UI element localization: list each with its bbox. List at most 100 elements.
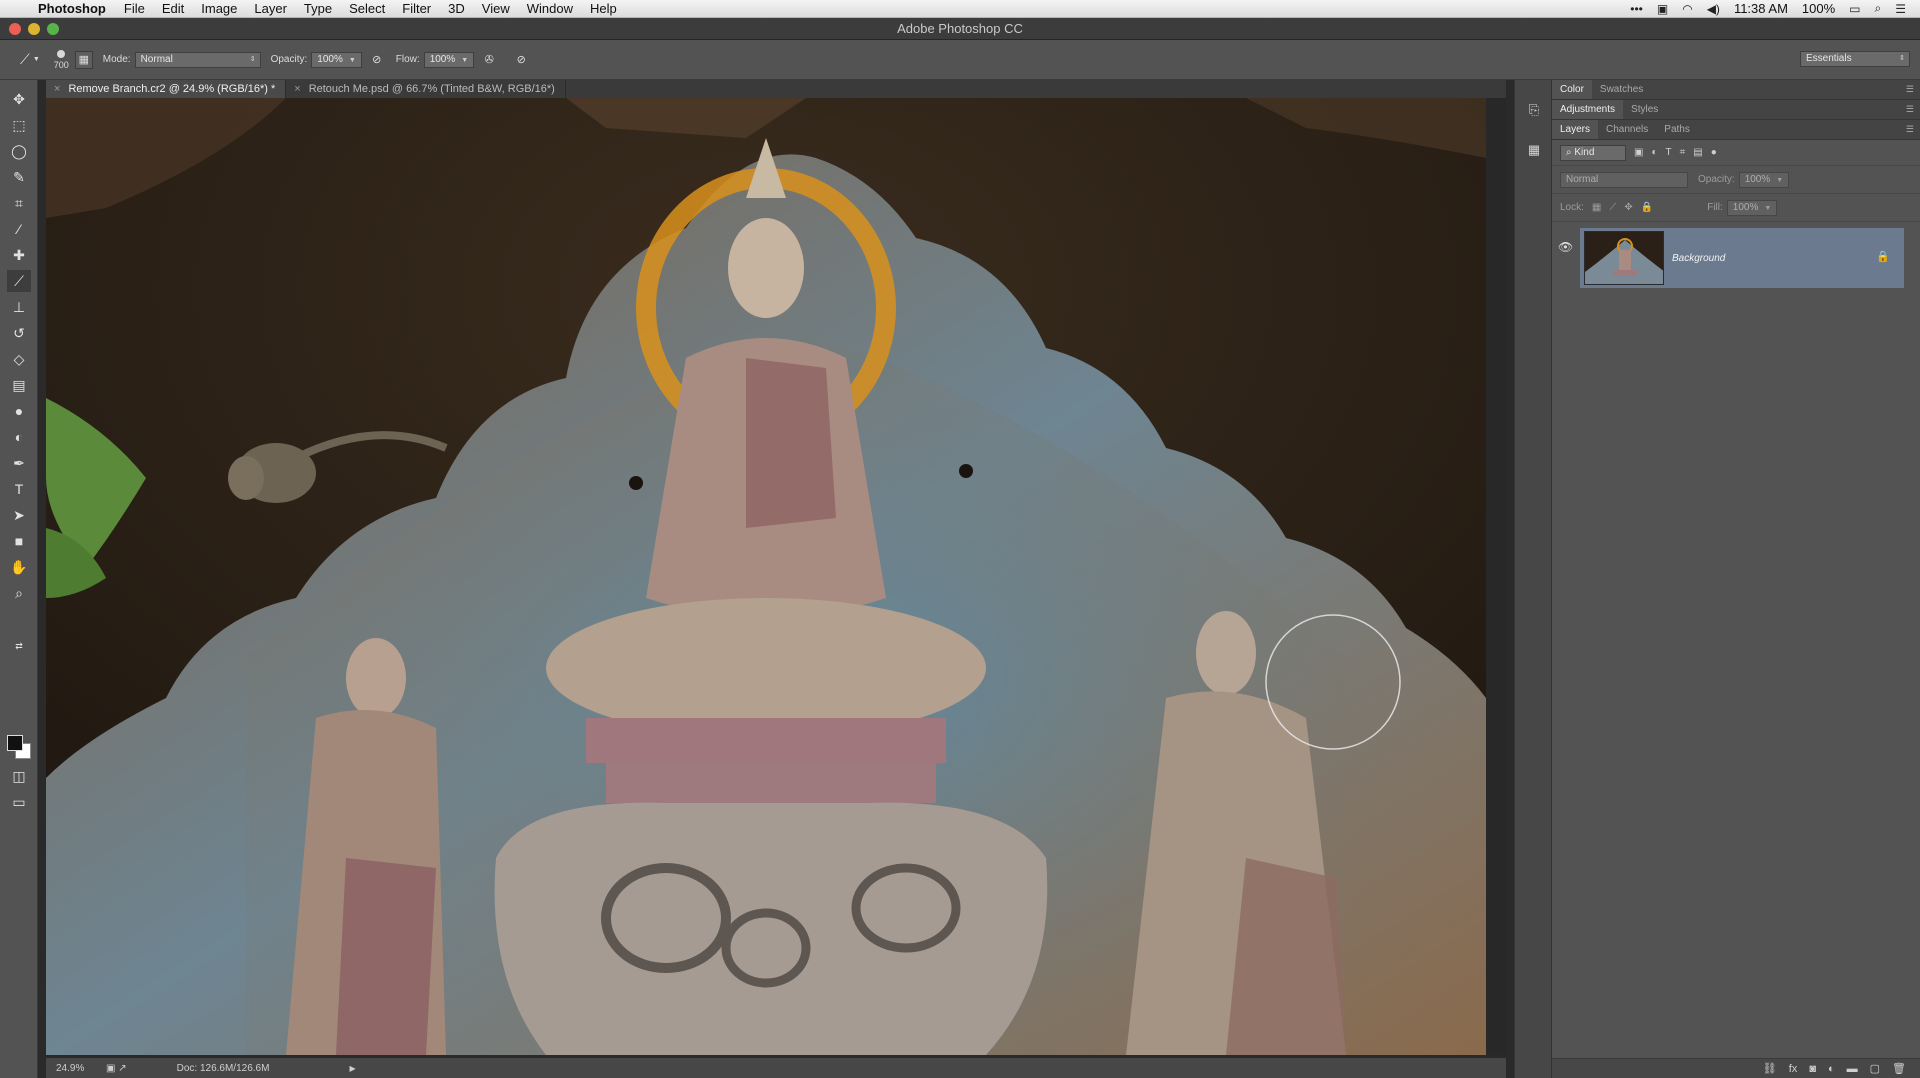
zoom-window-button[interactable] (47, 23, 59, 35)
volume-icon[interactable]: ◀) (1707, 2, 1720, 16)
layer-style-icon[interactable]: fx (1789, 1063, 1798, 1075)
clone-stamp-icon[interactable]: ⊥ (7, 296, 31, 318)
notification-center-icon[interactable]: ☰ (1895, 2, 1906, 16)
panel-menu-icon[interactable]: ☰ (1906, 84, 1914, 95)
status-menu-arrow-icon[interactable]: ▶ (349, 1064, 355, 1073)
lock-position-icon[interactable]: ✥ (1624, 202, 1632, 213)
tab-paths[interactable]: Paths (1656, 120, 1698, 139)
panel-menu-icon[interactable]: ☰ (1906, 104, 1914, 115)
menu-edit[interactable]: Edit (162, 1, 184, 16)
flow-field[interactable]: 100% ▼ (423, 51, 475, 68)
workspace-select[interactable]: Essentials ⇕ (1800, 51, 1910, 67)
chevron-down-icon[interactable]: ▼ (33, 56, 40, 63)
tab-remove-branch[interactable]: × Remove Branch.cr2 @ 24.9% (RGB/16*) * (46, 80, 287, 98)
pressure-opacity-icon[interactable]: ⊘ (368, 51, 386, 69)
fill-field[interactable]: 100% ▼ (1726, 199, 1778, 216)
tab-color[interactable]: Color (1552, 80, 1592, 99)
spotlight-icon[interactable]: ⌕ (1875, 1, 1882, 16)
close-tab-icon[interactable]: × (294, 83, 300, 95)
path-select-icon[interactable]: ➤ (7, 504, 31, 526)
menu-image[interactable]: Image (201, 1, 237, 16)
quick-select-icon[interactable]: ✎ (7, 166, 31, 188)
close-tab-icon[interactable]: × (54, 83, 60, 95)
pen-icon[interactable]: ✒ (7, 452, 31, 474)
blend-mode-select[interactable]: Normal (1560, 171, 1688, 188)
tab-adjustments[interactable]: Adjustments (1552, 100, 1624, 119)
menu-file[interactable]: File (124, 1, 145, 16)
screen-mode-icon[interactable]: ▭ (7, 791, 31, 813)
dodge-icon[interactable]: ◐ (7, 426, 31, 448)
document-canvas[interactable] (46, 98, 1506, 1055)
marquee-icon[interactable]: ⬚ (7, 114, 31, 136)
menu-filter[interactable]: Filter (402, 1, 431, 16)
tab-channels[interactable]: Channels (1598, 120, 1656, 139)
filter-type-icon[interactable]: T (1666, 147, 1672, 158)
eraser-icon[interactable]: ◇ (7, 348, 31, 370)
wifi-icon[interactable]: ◠ (1682, 2, 1692, 16)
tab-retouch-me[interactable]: × Retouch Me.psd @ 66.7% (Tinted B&W, RGB… (286, 80, 566, 98)
battery-icon[interactable]: ▭ (1849, 2, 1860, 16)
link-layers-icon[interactable]: ⛓ (1763, 1062, 1777, 1075)
type-icon[interactable]: T (7, 478, 31, 500)
menu-layer[interactable]: Layer (254, 1, 287, 16)
visibility-eye-icon[interactable]: 👁 (1558, 240, 1573, 254)
filter-shape-icon[interactable]: ⌗ (1680, 147, 1686, 158)
lasso-icon[interactable]: ◯ (7, 140, 31, 162)
brush-icon[interactable]: ⟋ (7, 270, 31, 292)
lock-all-icon[interactable]: 🔒 (1641, 202, 1653, 213)
rectangle-icon[interactable]: ■ (7, 530, 31, 552)
minimize-window-button[interactable] (28, 23, 40, 35)
foreground-color-swatch[interactable] (7, 735, 23, 751)
menu-help[interactable]: Help (590, 1, 617, 16)
eyedropper-icon[interactable]: ⁄ (7, 218, 31, 240)
kind-filter-select[interactable]: ⌕ Kind (1560, 144, 1626, 161)
filter-pixel-icon[interactable]: ▣ (1634, 147, 1643, 158)
menu-3d[interactable]: 3D (448, 1, 465, 16)
lock-transparent-icon[interactable]: ▦ (1592, 202, 1601, 213)
panel-menu-icon[interactable]: ☰ (1906, 124, 1914, 135)
airbrush-icon[interactable]: ✇ (480, 51, 498, 69)
menu-view[interactable]: View (482, 1, 510, 16)
brush-panel-toggle-icon[interactable]: ▦ (74, 50, 93, 69)
preview-icon[interactable]: ▣ ↗ (106, 1063, 127, 1074)
clock[interactable]: 11:38 AM (1734, 1, 1788, 16)
tab-swatches[interactable]: Swatches (1592, 80, 1651, 99)
menu-select[interactable]: Select (349, 1, 385, 16)
brush-size-picker[interactable]: 700 (54, 49, 69, 70)
tab-styles[interactable]: Styles (1623, 100, 1666, 119)
layer-opacity-field[interactable]: 100% ▼ (1738, 171, 1790, 188)
history-brush-icon[interactable]: ↺ (7, 322, 31, 344)
filter-adjustment-icon[interactable]: ◐ (1651, 147, 1657, 158)
move-icon[interactable]: ✥ (7, 88, 31, 110)
quick-mask-icon[interactable]: ◫ (7, 765, 31, 787)
history-panel-icon[interactable]: ⎘ (1523, 102, 1545, 122)
crop-icon[interactable]: ⌗ (7, 192, 31, 214)
mode-select[interactable]: Normal ⇕ (134, 51, 261, 68)
menu-type[interactable]: Type (304, 1, 332, 16)
gradient-icon[interactable]: ▤ (7, 374, 31, 396)
app-menu[interactable]: Photoshop (38, 1, 106, 16)
new-group-icon[interactable]: ▬ (1847, 1063, 1858, 1075)
blur-icon[interactable]: ● (7, 400, 31, 422)
healing-brush-icon[interactable]: ✚ (7, 244, 31, 266)
zoom-level[interactable]: 24.9% (56, 1063, 106, 1074)
new-adjustment-icon[interactable]: ◐ (1828, 1063, 1835, 1075)
pressure-size-icon[interactable]: ⊘ (512, 51, 530, 69)
hand-icon[interactable]: ✋ (7, 556, 31, 578)
zoom-icon[interactable]: ⌕ (7, 582, 31, 604)
lock-pixels-icon[interactable]: ⟋ (1609, 202, 1616, 213)
new-layer-icon[interactable]: ▢ (1870, 1062, 1880, 1075)
brush-preset-icon[interactable]: ⟋ (20, 51, 30, 68)
tab-layers[interactable]: Layers (1552, 120, 1599, 139)
opacity-field[interactable]: 100% ▼ (311, 51, 362, 68)
add-mask-icon[interactable]: ◙ (1809, 1063, 1816, 1075)
more-icon[interactable]: ••• (1630, 2, 1643, 16)
menu-window[interactable]: Window (527, 1, 573, 16)
layer-background[interactable]: Background 🔒 (1580, 228, 1904, 288)
filter-toggle-icon[interactable]: ● (1711, 147, 1717, 158)
trash-icon[interactable]: 🗑 (1892, 1062, 1906, 1075)
filter-smart-object-icon[interactable]: ▤ (1693, 147, 1702, 158)
properties-panel-icon[interactable]: ▦ (1523, 142, 1545, 162)
swap-colors-icon[interactable]: ⇄ (7, 635, 31, 657)
battery-percent[interactable]: 100% (1802, 1, 1835, 16)
